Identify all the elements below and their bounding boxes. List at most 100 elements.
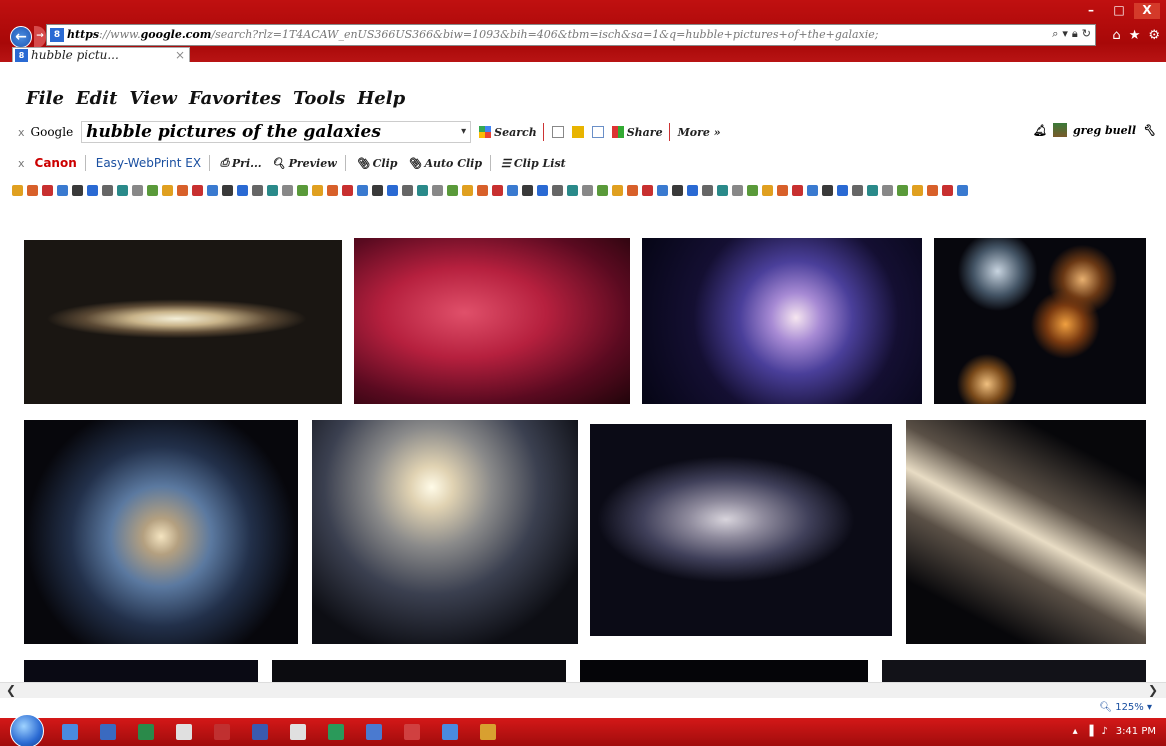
canon-toolbar-close[interactable]: x (18, 157, 25, 170)
taskbar-app-icon[interactable] (100, 724, 116, 740)
result-image-pinwheel-galaxy[interactable] (642, 238, 922, 404)
favorite-icon[interactable] (72, 184, 83, 196)
favorite-icon[interactable] (552, 184, 563, 196)
google-user[interactable]: 🔔︎ greg buell 🔧︎ (1033, 123, 1156, 137)
favorite-icon[interactable] (657, 184, 668, 196)
scroll-left-icon[interactable]: ❮ (6, 683, 16, 697)
favorite-icon[interactable] (42, 184, 53, 196)
lock-icon[interactable]: 🔒︎ (1072, 27, 1078, 41)
result-image-stephans-quintet[interactable] (934, 238, 1146, 404)
start-button[interactable] (10, 714, 44, 746)
favorite-icon[interactable] (87, 184, 98, 196)
auto-clip-button[interactable]: 📎︎ Auto Clip (407, 157, 482, 170)
page-menu-button[interactable] (551, 126, 564, 138)
favorite-icon[interactable] (57, 184, 68, 196)
result-image-row3-3[interactable] (580, 660, 868, 684)
result-image-sombrero-galaxy[interactable] (24, 240, 342, 404)
favorite-icon[interactable] (822, 184, 833, 196)
result-image-red-nebula[interactable] (354, 238, 630, 404)
favorite-icon[interactable] (102, 184, 113, 196)
minimize-button[interactable]: – (1078, 3, 1104, 19)
favorite-icon[interactable] (27, 184, 38, 196)
favorite-icon[interactable] (327, 184, 338, 196)
refresh-icon[interactable]: ↻ (1082, 27, 1091, 41)
favorite-icon[interactable] (12, 184, 23, 196)
clock[interactable]: 3:41 PM (1116, 726, 1156, 737)
google-search-button[interactable]: Search (479, 126, 537, 139)
menu-file[interactable]: File (26, 88, 64, 109)
favorite-icon[interactable] (417, 184, 428, 196)
address-bar[interactable]: 8 https://www.google.com/search?rlz=1T4A… (46, 24, 1096, 46)
menu-favorites[interactable]: Favorites (189, 88, 281, 109)
favorite-icon[interactable] (222, 184, 233, 196)
dropdown-icon[interactable]: ▾ (1062, 27, 1068, 41)
search-icon[interactable]: ⌕ (1052, 27, 1058, 41)
favorite-icon[interactable] (192, 184, 203, 196)
favorite-icon[interactable] (762, 184, 773, 196)
favorite-icon[interactable] (372, 184, 383, 196)
gear-icon[interactable]: ⚙ (1148, 28, 1160, 43)
taskbar-app-icon[interactable] (328, 724, 344, 740)
clip-list-button[interactable]: ☰ Clip List (501, 157, 566, 170)
favorite-icon[interactable] (297, 184, 308, 196)
wrench-icon[interactable]: 🔧︎ (1142, 124, 1156, 137)
pencil-button[interactable] (571, 126, 584, 138)
favorite-icon[interactable] (897, 184, 908, 196)
favorite-icon[interactable] (597, 184, 608, 196)
favorite-icon[interactable] (687, 184, 698, 196)
mail-button[interactable] (591, 126, 604, 138)
star-icon[interactable]: ★ (1129, 28, 1141, 43)
share-button[interactable]: Share (611, 126, 663, 139)
favorite-icon[interactable] (912, 184, 923, 196)
tab-hubble[interactable]: 8 hubble pictu... × (12, 47, 190, 63)
close-button[interactable]: X (1134, 3, 1160, 19)
favorite-icon[interactable] (882, 184, 893, 196)
taskbar-app-icon[interactable] (366, 724, 382, 740)
taskbar-app-icon[interactable] (138, 724, 154, 740)
favorite-icon[interactable] (177, 184, 188, 196)
favorite-icon[interactable] (252, 184, 263, 196)
favorite-icon[interactable] (837, 184, 848, 196)
favorite-icon[interactable] (312, 184, 323, 196)
favorite-icon[interactable] (702, 184, 713, 196)
favorite-icon[interactable] (642, 184, 653, 196)
favorite-icon[interactable] (357, 184, 368, 196)
favorite-icon[interactable] (717, 184, 728, 196)
result-image-spiral-galaxy[interactable] (312, 420, 578, 644)
favorite-icon[interactable] (477, 184, 488, 196)
chevron-up-icon[interactable]: ▴ (1073, 726, 1078, 737)
result-image-row3-1[interactable] (24, 660, 258, 684)
favorite-icon[interactable] (132, 184, 143, 196)
zoom-level[interactable]: 🔍︎ 125% ▾ (1099, 702, 1152, 713)
favorite-icon[interactable] (747, 184, 758, 196)
favorite-icon[interactable] (267, 184, 278, 196)
favorite-icon[interactable] (927, 184, 938, 196)
favorite-icon[interactable] (432, 184, 443, 196)
favorite-icon[interactable] (282, 184, 293, 196)
favorite-icon[interactable] (462, 184, 473, 196)
favorite-icon[interactable] (402, 184, 413, 196)
clip-button[interactable]: 📎︎ Clip (356, 157, 398, 170)
print-button[interactable]: ⎙ Pri... (220, 156, 262, 170)
taskbar-app-icon[interactable] (62, 724, 78, 740)
menu-tools[interactable]: Tools (293, 88, 345, 109)
favorite-icon[interactable] (237, 184, 248, 196)
favorite-icon[interactable] (777, 184, 788, 196)
taskbar-app-icon[interactable] (176, 724, 192, 740)
result-image-row3-4[interactable] (882, 660, 1146, 684)
home-icon[interactable]: ⌂ (1112, 28, 1120, 43)
forward-arrow-icon[interactable]: → (34, 26, 46, 48)
favorite-icon[interactable] (672, 184, 683, 196)
favorite-icon[interactable] (207, 184, 218, 196)
favorite-icon[interactable] (582, 184, 593, 196)
favorite-icon[interactable] (627, 184, 638, 196)
favorite-icon[interactable] (147, 184, 158, 196)
favorite-icon[interactable] (567, 184, 578, 196)
volume-icon[interactable]: ♪ (1101, 726, 1107, 737)
more-button[interactable]: More » (678, 126, 721, 139)
taskbar-app-icon[interactable] (290, 724, 306, 740)
back-arrow-icon[interactable]: ← (10, 26, 32, 48)
bell-icon[interactable]: 🔔︎ (1033, 124, 1047, 137)
favorite-icon[interactable] (942, 184, 953, 196)
taskbar-app-icon[interactable] (214, 724, 230, 740)
